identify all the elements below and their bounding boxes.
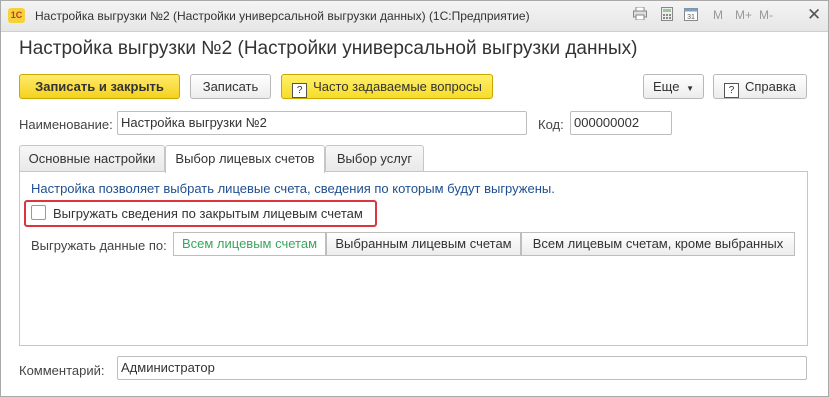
faq-button[interactable]: ? Часто задаваемые вопросы [281, 74, 493, 99]
dropdown-arrow-icon: ▼ [686, 84, 694, 93]
svg-text:31: 31 [687, 14, 695, 21]
calendar-icon[interactable]: 31 [682, 7, 700, 24]
name-label: Наименование: [19, 117, 113, 132]
option-all-except-selected[interactable]: Всем лицевым счетам, кроме выбранных [521, 232, 795, 256]
save-button[interactable]: Записать [190, 74, 271, 99]
title-bar: 1C Настройка выгрузки №2 (Настройки унив… [1, 1, 828, 32]
page-title: Настройка выгрузки №2 (Настройки универс… [19, 38, 638, 59]
code-label: Код: [538, 117, 564, 132]
close-icon[interactable]: ✕ [807, 5, 821, 25]
more-label: Еще [653, 79, 680, 94]
closed-accounts-checkbox[interactable] [31, 205, 46, 220]
calculator-icon[interactable] [658, 7, 676, 24]
closed-accounts-label[interactable]: Выгружать сведения по закрытым лицевым с… [53, 206, 363, 221]
info-text: Настройка позволяет выбрать лицевые счет… [31, 181, 555, 196]
help-question-icon: ? [724, 83, 739, 98]
faq-label: Часто задаваемые вопросы [313, 79, 482, 94]
more-button[interactable]: Еще ▼ [643, 74, 704, 99]
help-button[interactable]: ? Справка [713, 74, 807, 99]
app-window: 1C Настройка выгрузки №2 (Настройки унив… [0, 0, 829, 397]
question-icon: ? [292, 83, 308, 98]
export-by-label: Выгружать данные по: [31, 238, 167, 253]
tab-panel [19, 171, 808, 346]
print-icon[interactable] [631, 6, 649, 24]
tab-account-selection[interactable]: Выбор лицевых счетов [165, 145, 325, 173]
option-selected-accounts[interactable]: Выбранным лицевым счетам [326, 232, 521, 256]
code-input[interactable]: 000000002 [570, 111, 672, 135]
save-and-close-button[interactable]: Записать и закрыть [19, 74, 180, 99]
memory-m-button[interactable]: M [713, 8, 723, 22]
app-logo: 1C [8, 8, 25, 23]
option-all-accounts[interactable]: Всем лицевым счетам [173, 232, 326, 256]
help-label: Справка [745, 79, 796, 94]
tab-main-settings[interactable]: Основные настройки [19, 145, 165, 172]
tab-service-selection[interactable]: Выбор услуг [325, 145, 424, 172]
memory-minus-button[interactable]: M- [759, 8, 773, 22]
name-input[interactable]: Настройка выгрузки №2 [117, 111, 527, 135]
comment-label: Комментарий: [19, 363, 105, 378]
window-title: Настройка выгрузки №2 (Настройки универс… [35, 9, 530, 23]
memory-plus-button[interactable]: M+ [735, 8, 752, 22]
comment-input[interactable]: Администратор [117, 356, 807, 380]
